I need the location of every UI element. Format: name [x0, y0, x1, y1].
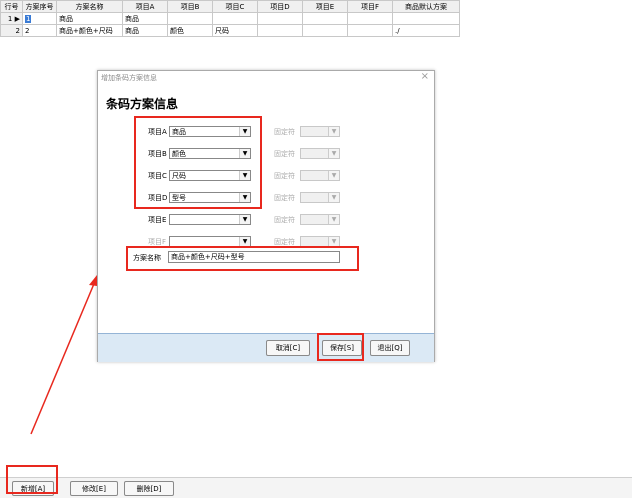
chevron-down-icon[interactable]: ▼ [328, 127, 339, 136]
table-row[interactable]: 2 2 商品+颜色+尺码 商品 颜色 尺码 ./ [0, 24, 460, 37]
chevron-down-icon[interactable]: ▼ [239, 215, 250, 224]
cancel-button[interactable]: 取消[C] [266, 340, 310, 356]
delete-button[interactable]: 删除[D] [124, 481, 174, 496]
item-d-cell[interactable] [257, 24, 303, 37]
col-header-item-b[interactable]: 项目B [167, 0, 213, 13]
fixed-a-label: 固定符 [274, 128, 295, 136]
fixed-e-select[interactable]: ▼ [300, 214, 340, 225]
default-cell[interactable] [392, 12, 460, 25]
edit-button[interactable]: 修改[E] [70, 481, 118, 496]
item-e-cell[interactable] [302, 24, 348, 37]
current-row-marker-icon: ▶ [14, 14, 20, 23]
fixed-b-select[interactable]: ▼ [300, 148, 340, 159]
col-header-rownum[interactable]: 行号 [0, 0, 23, 13]
item-f-cell[interactable] [347, 12, 393, 25]
col-header-name[interactable]: 方案名称 [56, 0, 123, 13]
chevron-down-icon[interactable]: ▼ [328, 149, 339, 158]
dialog-window-title: 增加条码方案信息 [101, 74, 157, 82]
items-highlight-box [134, 116, 262, 209]
col-header-item-f[interactable]: 项目F [347, 0, 393, 13]
name-cell[interactable]: 商品+颜色+尺码 [56, 24, 123, 37]
dialog-footer: 取消[C] 保存[S] 退出[Q] [98, 333, 434, 362]
seq-cell[interactable]: 2 [22, 24, 57, 37]
item-f-cell[interactable] [347, 24, 393, 37]
exit-button[interactable]: 退出[Q] [370, 340, 410, 356]
col-header-item-c[interactable]: 项目C [212, 0, 258, 13]
item-e-label: 项目E [148, 216, 167, 224]
default-cell[interactable]: ./ [392, 24, 460, 37]
row-number-cell: 2 [0, 24, 23, 37]
col-header-item-a[interactable]: 项目A [122, 0, 168, 13]
item-c-cell[interactable] [212, 12, 258, 25]
chevron-down-icon[interactable]: ▼ [328, 193, 339, 202]
arrow-head-icon [89, 275, 97, 286]
item-c-cell[interactable]: 尺码 [212, 24, 258, 37]
table-row[interactable]: 1 ▶ 1 商品 商品 [0, 12, 460, 25]
fixed-d-label: 固定符 [274, 194, 295, 202]
dialog-heading: 条码方案信息 [106, 97, 179, 111]
fixed-c-label: 固定符 [274, 172, 295, 180]
fixed-c-select[interactable]: ▼ [300, 170, 340, 181]
item-d-cell[interactable] [257, 12, 303, 25]
item-b-cell[interactable]: 颜色 [167, 24, 213, 37]
fixed-d-select[interactable]: ▼ [300, 192, 340, 203]
item-a-cell[interactable]: 商品 [122, 24, 168, 37]
name-cell[interactable]: 商品 [56, 12, 123, 25]
chevron-down-icon[interactable]: ▼ [328, 171, 339, 180]
col-header-default[interactable]: 商品默认方案 [392, 0, 460, 13]
row-number-cell: 1 ▶ [0, 12, 23, 25]
fixed-b-label: 固定符 [274, 150, 295, 158]
item-e-select[interactable]: ▼ [169, 214, 251, 225]
fixed-a-select[interactable]: ▼ [300, 126, 340, 137]
seq-cell[interactable]: 1 [22, 12, 57, 25]
scheme-name-highlight-box [126, 246, 359, 271]
add-highlight-box [6, 465, 58, 494]
item-a-cell[interactable]: 商品 [122, 12, 168, 25]
save-highlight-box [317, 333, 364, 361]
bottom-toolbar: 新增[A] 修改[E] 删除[D] [0, 477, 632, 498]
barcode-scheme-dialog: 增加条码方案信息 × 条码方案信息 项目A 商品 ▼ 固定符 ▼ 项目B 颜色 ▼ … [97, 70, 435, 362]
fixed-e-label: 固定符 [274, 216, 295, 224]
selected-seq-value: 1 [25, 14, 32, 23]
chevron-down-icon[interactable]: ▼ [239, 237, 250, 246]
chevron-down-icon[interactable]: ▼ [328, 237, 339, 246]
arrow-line [30, 278, 97, 435]
item-b-cell[interactable] [167, 12, 213, 25]
chevron-down-icon[interactable]: ▼ [328, 215, 339, 224]
grid-header-row: 行号 方案序号 方案名称 项目A 项目B 项目C 项目D 项目E 项目F 商品默… [0, 0, 460, 13]
col-header-seq[interactable]: 方案序号 [22, 0, 57, 13]
col-header-item-d[interactable]: 项目D [257, 0, 303, 13]
item-e-cell[interactable] [302, 12, 348, 25]
close-icon[interactable]: × [421, 71, 429, 82]
col-header-item-e[interactable]: 项目E [302, 0, 348, 13]
scheme-grid: 行号 方案序号 方案名称 项目A 项目B 项目C 项目D 项目E 项目F 商品默… [0, 0, 460, 37]
